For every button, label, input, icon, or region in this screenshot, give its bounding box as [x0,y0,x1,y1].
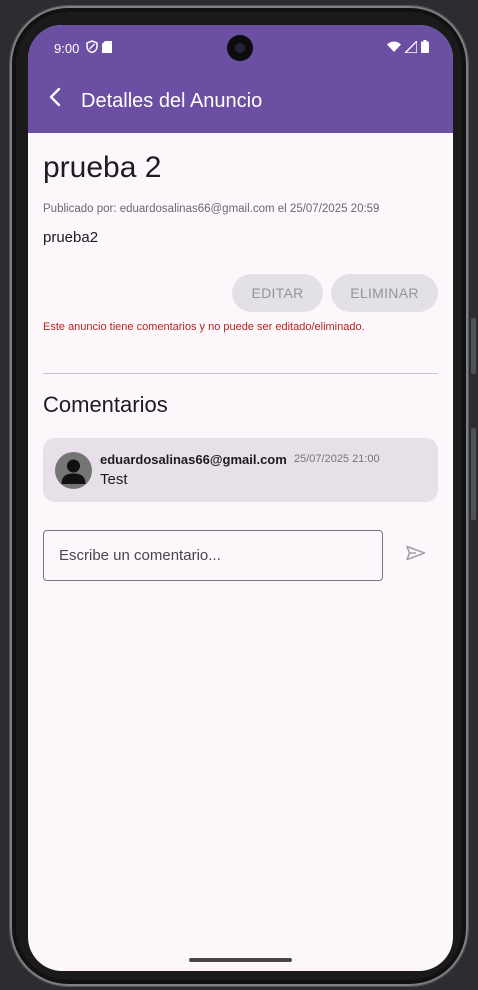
post-title: prueba 2 [43,151,162,184]
post-body: prueba2 [43,229,99,246]
comment-text: Test [100,471,128,488]
delete-button[interactable]: ELIMINAR [331,274,438,312]
divider [43,373,438,374]
edit-button[interactable]: EDITAR [232,274,323,312]
wifi-icon [387,40,401,58]
send-button[interactable] [401,540,431,570]
comment-card: eduardosalinas66@gmail.com 25/07/2025 21… [43,438,438,502]
comments-heading: Comentarios [43,392,168,417]
comment-input[interactable] [43,530,383,581]
sd-card-icon [102,40,112,58]
volume-button [471,428,476,520]
status-bar: 9:00 [28,25,453,71]
signal-icon [403,39,418,58]
post-meta: Publicado por: eduardosalinas66@gmail.co… [43,203,380,215]
battery-icon [421,40,429,58]
send-icon [406,545,426,566]
navigation-handle[interactable] [189,958,292,962]
app-bar-title: Detalles del Anuncio [81,90,263,112]
power-button [471,318,476,374]
status-time: 9:00 [54,41,80,56]
top-app-area: 9:00 Detalles del Anuncio [28,25,453,133]
camera-cutout [227,35,253,61]
arrow-back-icon [48,87,62,112]
comment-author: eduardosalinas66@gmail.com [100,452,287,467]
person-icon [55,459,92,489]
comment-date: 25/07/2025 21:00 [294,453,380,465]
edit-warning: Este anuncio tiene comentarios y no pued… [43,321,365,333]
screen: 9:00 Detalles del Anuncio prueba 2 Publi… [28,25,453,971]
app-bar: Detalles del Anuncio [28,71,453,133]
avatar [55,452,92,489]
shield-icon [86,40,98,58]
back-button[interactable] [40,84,70,114]
